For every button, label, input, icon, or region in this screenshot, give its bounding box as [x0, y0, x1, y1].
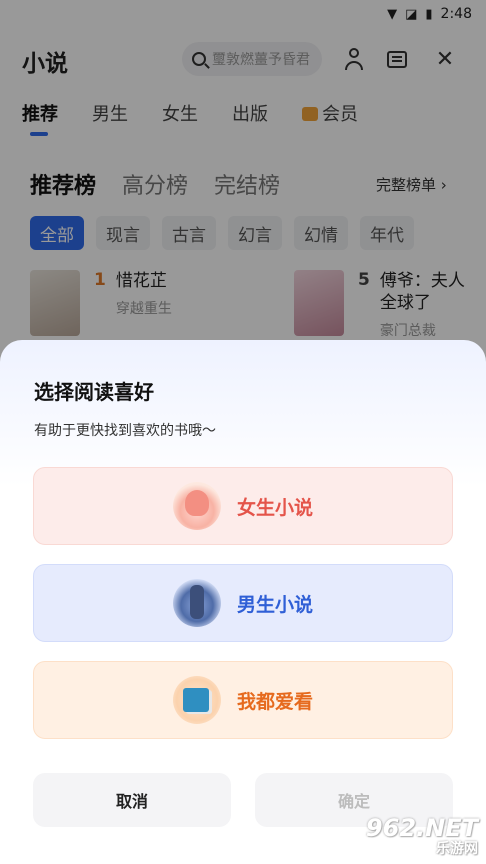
option-label: 女生小说: [236, 496, 313, 519]
warrior-icon: [172, 579, 221, 627]
reading-preference-sheet: 选择阅读喜好 有助于更快找到喜欢的书哦～ 女生小说 男生小说 我都爱看 取消 确…: [0, 340, 486, 864]
male-novel-option[interactable]: 男生小说: [33, 564, 453, 642]
watermark-logo: 962.NET 乐游网: [366, 814, 478, 858]
female-novel-option[interactable]: 女生小说: [33, 467, 453, 545]
sheet-title: 选择阅读喜好: [34, 380, 154, 404]
lotus-icon: [172, 482, 221, 530]
sheet-subtitle: 有助于更快找到喜欢的书哦～: [34, 423, 216, 439]
option-label: 男生小说: [236, 593, 313, 616]
book-icon: [172, 676, 221, 724]
like-all-option[interactable]: 我都爱看: [33, 661, 453, 739]
option-label: 我都爱看: [236, 690, 313, 713]
cancel-button[interactable]: 取消: [33, 773, 231, 827]
